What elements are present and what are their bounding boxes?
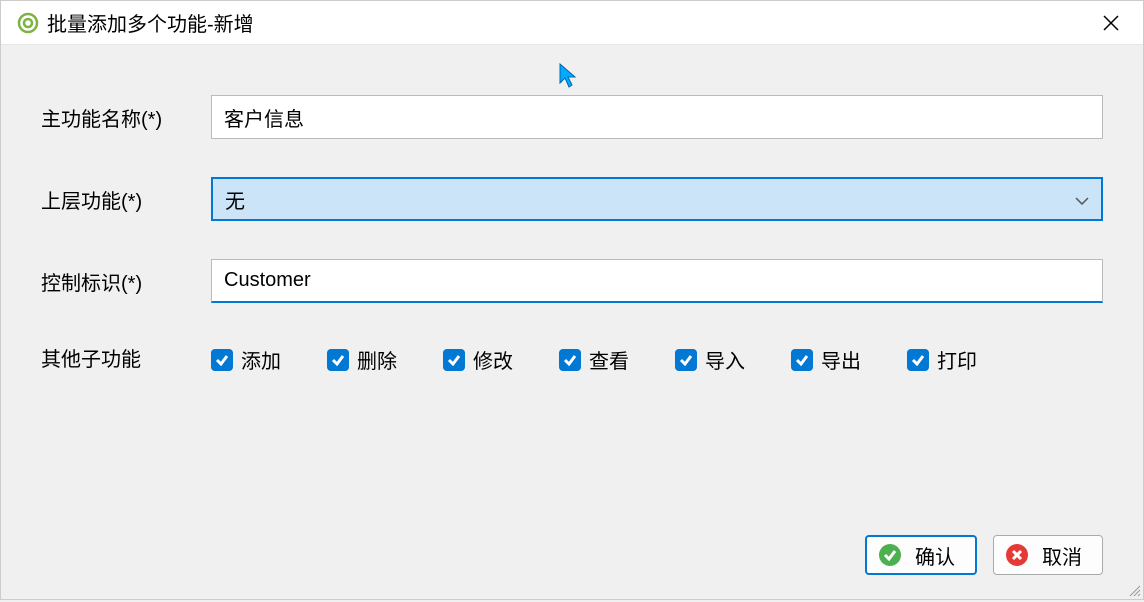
checkbox-icon <box>907 349 929 371</box>
cancel-button[interactable]: 取消 <box>993 535 1103 575</box>
control-id-label: 控制标识(*) <box>41 267 211 296</box>
dialog-window: 批量添加多个功能-新增 主功能名称(*) 上层功能(*) 无 <box>0 0 1144 600</box>
dialog-content: 主功能名称(*) 上层功能(*) 无 控制标识(*) <box>1 45 1143 599</box>
checkbox-label: 导出 <box>821 345 861 374</box>
checkbox-item[interactable]: 修改 <box>443 345 513 374</box>
ok-button-label: 确认 <box>915 541 955 570</box>
checkbox-icon <box>559 349 581 371</box>
main-name-input[interactable] <box>211 95 1103 139</box>
cross-icon <box>1006 544 1028 566</box>
checkbox-label: 添加 <box>241 345 281 374</box>
resize-grip-icon[interactable] <box>1127 583 1141 597</box>
titlebar: 批量添加多个功能-新增 <box>1 1 1143 45</box>
sub-functions-label: 其他子功能 <box>41 343 211 372</box>
checkbox-icon <box>675 349 697 371</box>
checkbox-icon <box>443 349 465 371</box>
parent-function-dropdown[interactable]: 无 <box>211 177 1103 221</box>
dialog-footer: 确认 取消 <box>865 535 1103 575</box>
cancel-button-label: 取消 <box>1042 541 1082 570</box>
checkbox-item[interactable]: 导出 <box>791 345 861 374</box>
parent-function-label: 上层功能(*) <box>41 185 211 214</box>
checkbox-label: 删除 <box>357 345 397 374</box>
window-title: 批量添加多个功能-新增 <box>47 8 1095 37</box>
parent-function-value: 无 <box>225 185 245 214</box>
checkbox-label: 打印 <box>937 345 977 374</box>
main-name-label: 主功能名称(*) <box>41 103 211 132</box>
cursor-icon <box>559 63 579 94</box>
app-icon <box>17 12 39 34</box>
ok-button[interactable]: 确认 <box>865 535 977 575</box>
sub-functions-group: 添加 删除 修改 查看 导入 导出 打印 <box>211 341 1103 374</box>
close-button[interactable] <box>1095 7 1127 39</box>
checkbox-item[interactable]: 删除 <box>327 345 397 374</box>
checkbox-label: 导入 <box>705 345 745 374</box>
checkbox-item[interactable]: 导入 <box>675 345 745 374</box>
checkbox-item[interactable]: 查看 <box>559 345 629 374</box>
checkbox-item[interactable]: 打印 <box>907 345 977 374</box>
checkbox-icon <box>211 349 233 371</box>
checkbox-icon <box>791 349 813 371</box>
checkbox-label: 查看 <box>589 345 629 374</box>
chevron-down-icon <box>1075 188 1089 211</box>
control-id-input[interactable] <box>211 259 1103 303</box>
checkbox-icon <box>327 349 349 371</box>
check-icon <box>879 544 901 566</box>
checkbox-label: 修改 <box>473 345 513 374</box>
checkbox-item[interactable]: 添加 <box>211 345 281 374</box>
